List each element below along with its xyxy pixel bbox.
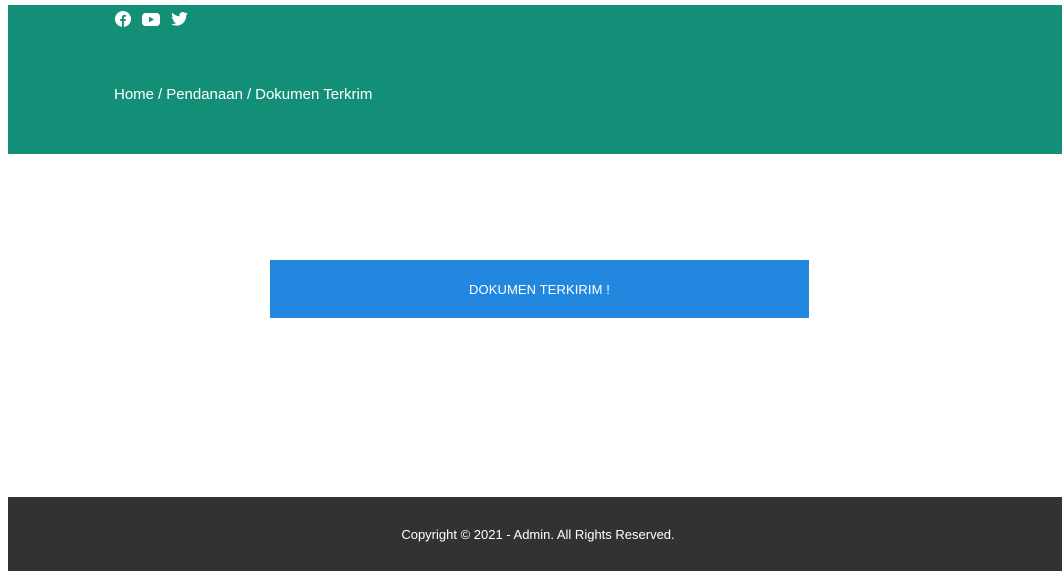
page: Home / Pendanaan / Dokumen Terkrim DOKUMEN T…	[0, 0, 1062, 571]
copyright-text: Copyright © 2021 - Admin. All Rights Res…	[401, 526, 675, 542]
breadcrumb-home-link[interactable]: Home	[114, 86, 154, 103]
breadcrumb-separator: /	[246, 86, 252, 103]
document-sent-message: DOKUMEN TERKIRIM !	[469, 281, 610, 297]
breadcrumb-current: Dokumen Terkrim	[255, 86, 373, 103]
breadcrumb: Home / Pendanaan / Dokumen Terkrim	[114, 85, 372, 105]
breadcrumb-separator: /	[158, 86, 163, 103]
facebook-icon[interactable]	[114, 11, 132, 27]
header-banner: Home / Pendanaan / Dokumen Terkrim	[8, 5, 1062, 154]
breadcrumb-pendanaan-link[interactable]: Pendanaan	[166, 86, 243, 103]
social-links	[114, 11, 188, 27]
twitter-icon[interactable]	[170, 11, 188, 27]
document-sent-banner: DOKUMEN TERKIRIM !	[270, 260, 809, 318]
footer: Copyright © 2021 - Admin. All Rights Res…	[8, 497, 1062, 571]
youtube-icon[interactable]	[142, 11, 160, 27]
